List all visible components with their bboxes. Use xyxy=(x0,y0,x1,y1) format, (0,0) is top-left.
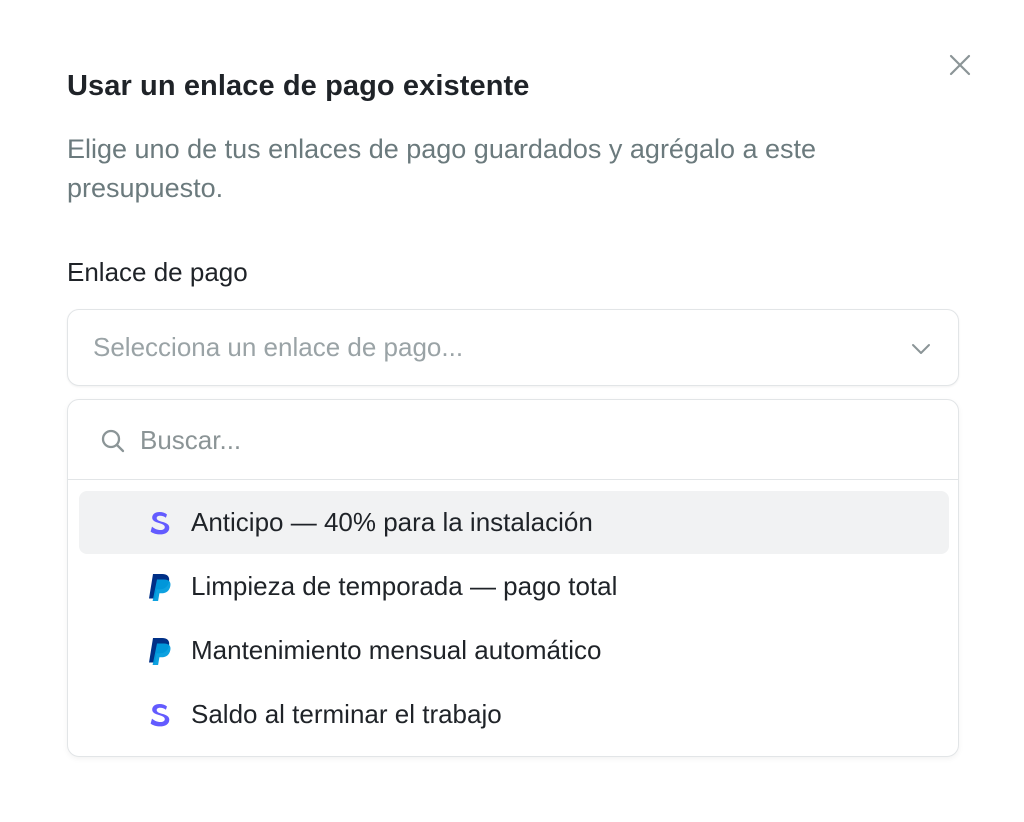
payment-link-option[interactable]: Mantenimiento mensual automático xyxy=(79,619,949,682)
payment-link-option[interactable]: Anticipo — 40% para la instalación xyxy=(79,491,949,554)
select-placeholder: Selecciona un enlace de pago... xyxy=(93,332,464,362)
close-icon xyxy=(949,54,971,76)
search-row xyxy=(68,400,958,480)
payment-link-select[interactable]: Selecciona un enlace de pago... xyxy=(67,309,959,386)
option-label: Anticipo — 40% para la instalación xyxy=(191,507,593,537)
dialog-title: Usar un enlace de pago existente xyxy=(67,70,530,102)
chevron-down-icon xyxy=(912,344,930,354)
paypal-icon xyxy=(145,635,173,667)
search-icon xyxy=(101,429,125,453)
paypal-icon xyxy=(145,571,173,603)
dialog-description: Elige uno de tus enlaces de pago guardad… xyxy=(67,134,817,203)
stripe-icon xyxy=(145,507,173,539)
payment-link-option[interactable]: Limpieza de temporada — pago total xyxy=(79,555,949,618)
payment-link-option[interactable]: Saldo al terminar el trabajo xyxy=(79,683,949,746)
payment-link-dialog: Usar un enlace de pago existente Elige u… xyxy=(0,0,1024,822)
option-label: Saldo al terminar el trabajo xyxy=(191,699,502,729)
close-button[interactable] xyxy=(944,49,976,81)
option-label: Limpieza de temporada — pago total xyxy=(191,571,618,601)
payment-link-dropdown: Anticipo — 40% para la instalación Limpie… xyxy=(67,399,959,757)
payment-link-field-label: Enlace de pago xyxy=(67,257,248,287)
stripe-icon xyxy=(145,699,173,731)
search-input[interactable] xyxy=(140,418,920,462)
option-label: Mantenimiento mensual automático xyxy=(191,635,602,665)
